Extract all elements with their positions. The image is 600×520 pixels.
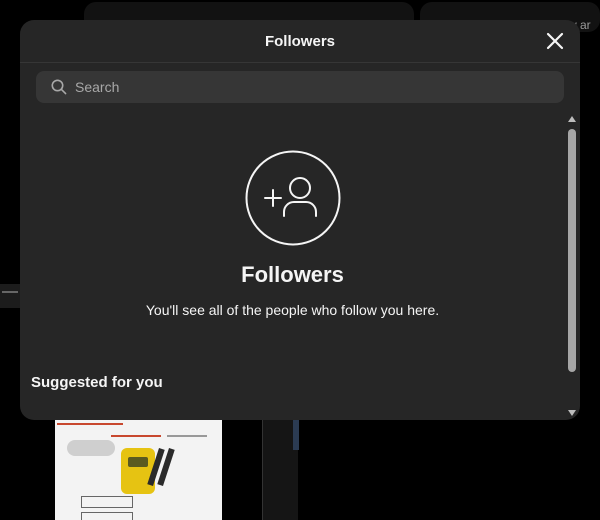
dialog-title: Followers [264, 32, 335, 50]
thumbnail-detail [57, 423, 123, 425]
empty-state-title: Followers [241, 262, 344, 287]
empty-state-subtitle: You'll see all of the people who follow … [145, 302, 440, 318]
scroll-down-arrow-icon[interactable] [568, 410, 576, 416]
search-icon [51, 79, 67, 95]
suggested-heading: Suggested for you [31, 374, 163, 391]
followers-dialog: Followers Followers You'll see all of th… [20, 20, 580, 420]
dialog-header: Followers [20, 20, 580, 63]
search-input[interactable] [75, 71, 555, 103]
empty-state: Followers You'll see all of the people w… [20, 150, 565, 318]
scrollbar-thumb[interactable] [568, 129, 576, 372]
search-bar[interactable] [36, 71, 564, 103]
thumbnail-detail [67, 440, 115, 456]
background-post-thumbnail [55, 420, 222, 520]
thumbnail-detail [167, 435, 207, 437]
scroll-up-arrow-icon[interactable] [568, 116, 576, 122]
scrollbar[interactable] [565, 112, 580, 420]
thumbnail-detail [111, 435, 161, 437]
close-icon [546, 32, 564, 50]
background-strip [0, 284, 20, 308]
thumbnail-detail [81, 512, 133, 520]
background-post-thumbnail [262, 420, 299, 520]
thumbnail-device [121, 448, 155, 494]
add-user-icon [245, 150, 340, 246]
close-button[interactable] [543, 29, 567, 53]
thumbnail-detail [81, 496, 133, 508]
